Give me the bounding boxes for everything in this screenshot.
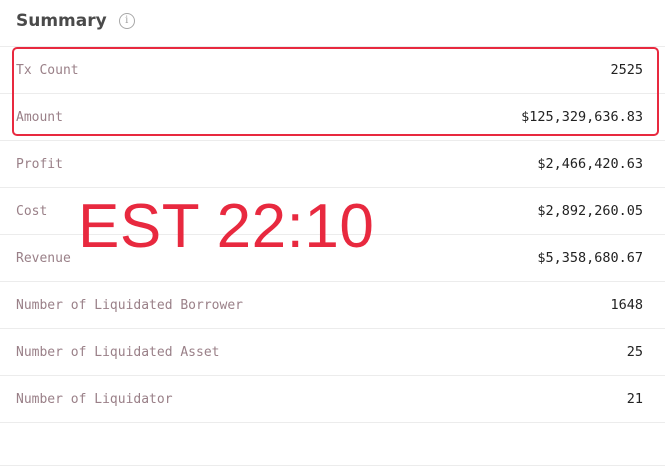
summary-row-profit: Profit $2,466,420.63 bbox=[0, 140, 665, 187]
row-label: Number of Liquidator bbox=[16, 391, 173, 407]
row-label: Cost bbox=[16, 203, 48, 219]
summary-row-empty bbox=[0, 422, 665, 468]
overlay-timestamp-annotation: EST 22:10 bbox=[78, 192, 375, 261]
row-label: Number of Liquidated Asset bbox=[16, 344, 220, 360]
row-value: $5,358,680.67 bbox=[537, 250, 643, 266]
row-value: 2525 bbox=[610, 62, 643, 78]
row-label: Tx Count bbox=[16, 62, 79, 78]
summary-row-amount: Amount $125,329,636.83 bbox=[0, 93, 665, 140]
row-value: 21 bbox=[626, 391, 643, 407]
summary-header: Summary i bbox=[16, 8, 135, 34]
row-label: Amount bbox=[16, 109, 63, 125]
row-value: $2,892,260.05 bbox=[537, 203, 643, 219]
row-value: $2,466,420.63 bbox=[537, 156, 643, 172]
summary-row-tx-count: Tx Count 2525 bbox=[0, 46, 665, 93]
summary-row-liquidator: Number of Liquidator 21 bbox=[0, 375, 665, 422]
summary-row-liquidated-borrower: Number of Liquidated Borrower 1648 bbox=[0, 281, 665, 328]
row-value: 25 bbox=[626, 344, 643, 360]
row-label: Number of Liquidated Borrower bbox=[16, 297, 243, 313]
summary-title: Summary bbox=[16, 11, 107, 31]
summary-row-liquidated-asset: Number of Liquidated Asset 25 bbox=[0, 328, 665, 375]
row-label: Profit bbox=[16, 156, 63, 172]
row-value: $125,329,636.83 bbox=[521, 109, 643, 125]
divider bbox=[0, 465, 665, 466]
info-icon[interactable]: i bbox=[118, 13, 135, 29]
row-value: 1648 bbox=[610, 297, 643, 313]
row-label: Revenue bbox=[16, 250, 71, 266]
